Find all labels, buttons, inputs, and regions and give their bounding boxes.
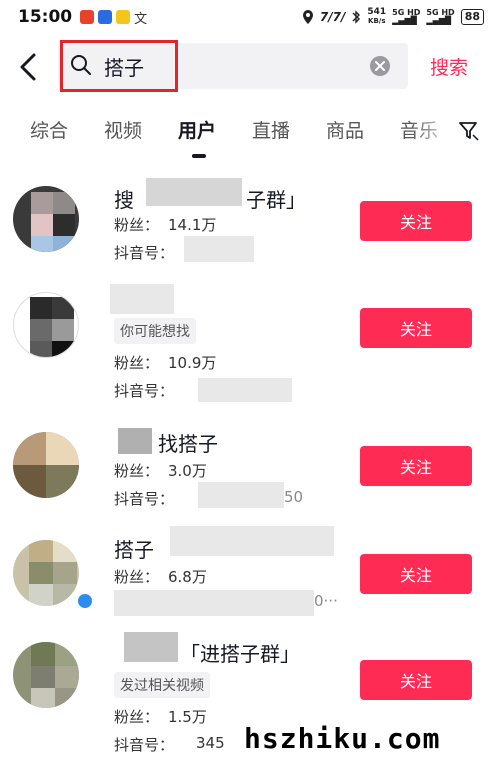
douyin-id-suffix: 0··· bbox=[314, 592, 338, 610]
redacted-block bbox=[170, 526, 334, 556]
redacted-block bbox=[110, 284, 174, 314]
list-item[interactable]: 搭子 粉丝： 6.8万 0··· 关注 bbox=[0, 526, 500, 636]
avatar[interactable] bbox=[13, 186, 79, 252]
redacted-block bbox=[124, 632, 178, 662]
redacted-block bbox=[198, 482, 284, 508]
tab-all[interactable]: 综合 bbox=[30, 116, 68, 143]
redacted-block bbox=[118, 428, 152, 454]
clear-icon[interactable] bbox=[370, 56, 390, 76]
fans-count: 10.9万 bbox=[168, 354, 217, 372]
net-speed-unit: KB/s bbox=[368, 17, 386, 25]
fans-label: 粉丝： bbox=[114, 462, 160, 480]
douyin-id-partial: 345 bbox=[196, 734, 225, 752]
fans-label: 粉丝： bbox=[114, 216, 160, 234]
status-bar: 15:00 文 7/7/ 541 KB/s 5G HD ▂▄▆█ 5G HD ▂… bbox=[0, 0, 500, 34]
tab-live[interactable]: 直播 bbox=[252, 116, 290, 143]
app-notification-icon bbox=[98, 10, 113, 24]
user-name: 搜 bbox=[114, 188, 134, 212]
douyin-id-suffix: 50 bbox=[284, 488, 304, 506]
tab-users[interactable]: 用户 bbox=[178, 116, 216, 143]
signal-bars-icon: ▂▄▆█ bbox=[426, 16, 452, 25]
signal-sim2: 5G HD ▂▄▆█ bbox=[426, 9, 454, 25]
net-speed: 541 KB/s bbox=[367, 8, 386, 26]
redacted-block bbox=[114, 590, 314, 616]
result-tabs: 综合 视频 用户 直播 商品 音乐 bbox=[0, 110, 500, 160]
app-status-icon: 7/7/ bbox=[319, 10, 346, 24]
watermark: hszhiku.com bbox=[244, 722, 441, 755]
user-name: 搭子 bbox=[114, 538, 154, 562]
verified-badge-icon bbox=[76, 592, 94, 610]
content-tag: 发过相关视频 bbox=[114, 672, 210, 698]
douyin-id-label: 抖音号： bbox=[114, 244, 175, 262]
avatar[interactable] bbox=[13, 432, 79, 498]
redacted-block bbox=[146, 178, 242, 206]
search-button[interactable]: 搜索 bbox=[430, 53, 468, 80]
app-notification-icon bbox=[80, 10, 95, 24]
follow-button[interactable]: 关注 bbox=[360, 446, 472, 486]
redacted-block bbox=[184, 236, 254, 262]
fans-label: 粉丝： bbox=[114, 568, 160, 586]
list-item[interactable]: 搜 子群」 粉丝： 14.1万 抖音号： 关注 bbox=[0, 176, 500, 286]
translate-icon: 文 bbox=[134, 11, 148, 27]
fans-count: 3.0万 bbox=[168, 462, 207, 480]
back-arrow-icon[interactable] bbox=[16, 52, 42, 82]
avatar[interactable] bbox=[13, 292, 79, 358]
tab-products[interactable]: 商品 bbox=[326, 116, 364, 143]
user-name-suffix: 子群」 bbox=[246, 188, 306, 212]
app-notification-icon bbox=[116, 10, 131, 24]
douyin-id-label: 抖音号： bbox=[114, 736, 175, 754]
status-time: 15:00 bbox=[18, 7, 73, 27]
follow-button[interactable]: 关注 bbox=[360, 201, 472, 241]
signal-bars-icon: ▂▄▆█ bbox=[392, 16, 417, 25]
fans-count: 1.5万 bbox=[168, 708, 207, 726]
filter-icon[interactable] bbox=[458, 120, 480, 142]
avatar[interactable] bbox=[13, 540, 79, 606]
list-item[interactable]: 找搭子 粉丝： 3.0万 抖音号： 50 关注 bbox=[0, 422, 500, 532]
fans-label: 粉丝： bbox=[114, 708, 160, 726]
status-app-icons: 文 bbox=[80, 8, 147, 27]
location-icon bbox=[302, 10, 313, 24]
douyin-id-label: 抖音号： bbox=[114, 382, 175, 400]
follow-button[interactable]: 关注 bbox=[360, 660, 472, 700]
search-header: 搭子 搜索 bbox=[0, 40, 500, 94]
status-indicators: 7/7/ 541 KB/s 5G HD ▂▄▆█ 5G HD ▂▄▆█ 88 bbox=[302, 8, 484, 26]
user-name: 「进搭子群」 bbox=[180, 642, 300, 666]
follow-button[interactable]: 关注 bbox=[360, 554, 472, 594]
fans-count: 6.8万 bbox=[168, 568, 207, 586]
highlight-box bbox=[60, 40, 178, 92]
active-tab-indicator bbox=[192, 154, 206, 158]
list-item[interactable]: 你可能想找 粉丝： 10.9万 抖音号： 关注 bbox=[0, 282, 500, 402]
redacted-block bbox=[198, 378, 292, 402]
fans-count: 14.1万 bbox=[168, 216, 217, 234]
fans-label: 粉丝： bbox=[114, 354, 160, 372]
tab-fade bbox=[410, 110, 458, 150]
list-item[interactable]: 「进搭子群」 发过相关视频 粉丝： 1.5万 关注 bbox=[0, 626, 500, 726]
tab-videos[interactable]: 视频 bbox=[104, 116, 142, 143]
avatar[interactable] bbox=[13, 642, 79, 708]
follow-button[interactable]: 关注 bbox=[360, 308, 472, 348]
bluetooth-icon bbox=[352, 10, 361, 24]
user-name: 找搭子 bbox=[158, 432, 218, 456]
net-speed-value: 541 bbox=[367, 7, 387, 17]
suggestion-tag: 你可能想找 bbox=[114, 318, 196, 344]
battery-indicator: 88 bbox=[460, 9, 484, 25]
douyin-id-label: 抖音号： bbox=[114, 490, 175, 508]
signal-sim1: 5G HD ▂▄▆█ bbox=[392, 9, 420, 25]
